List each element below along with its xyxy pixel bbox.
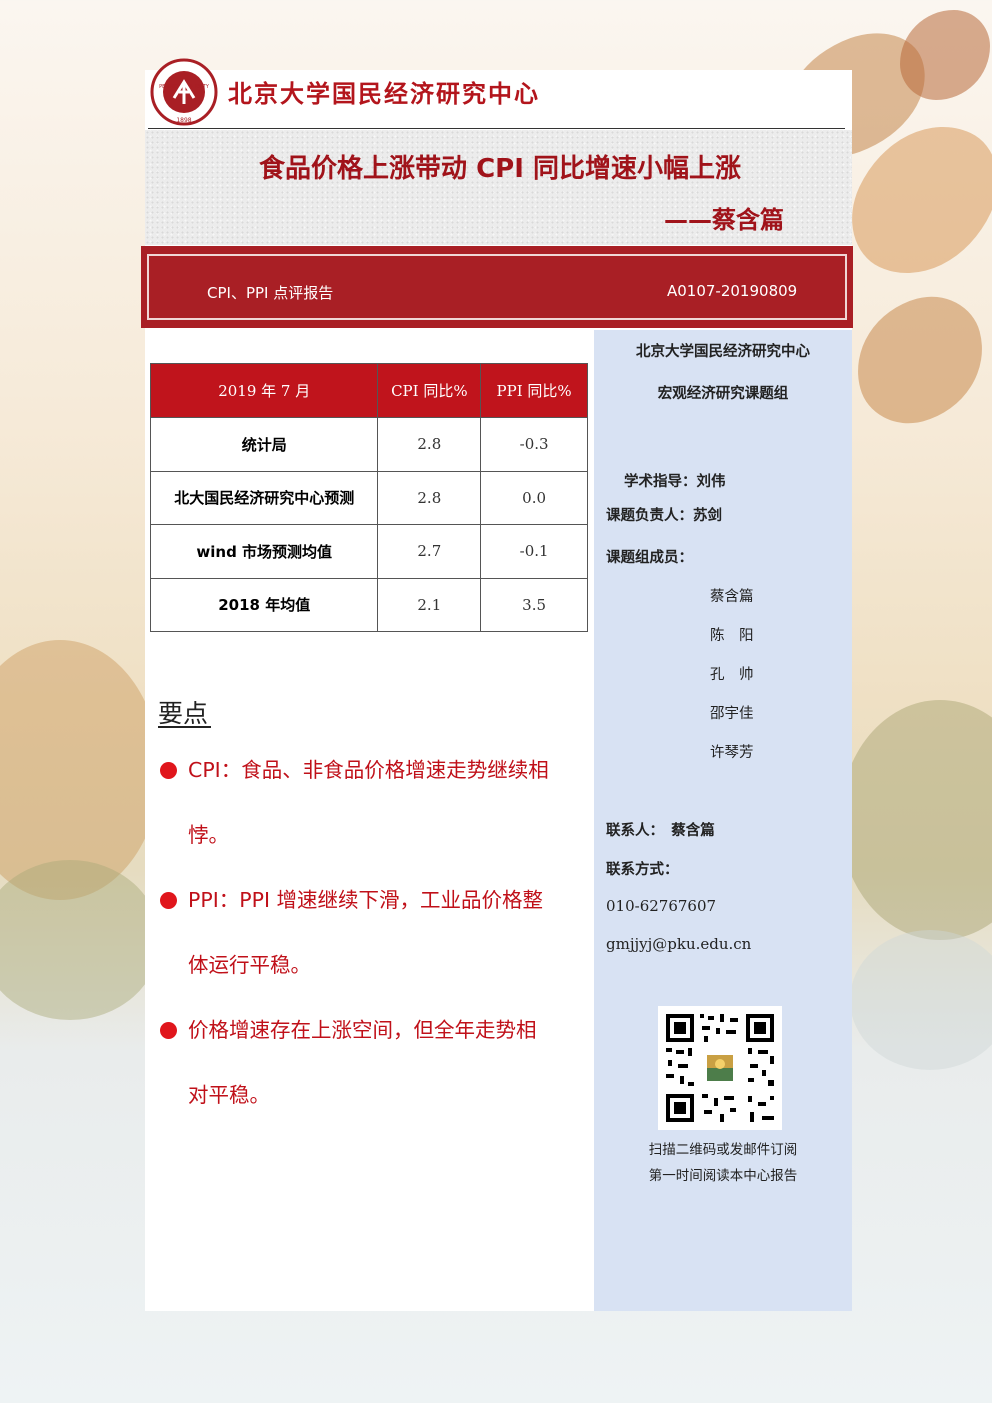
table-row: wind 市场预测均值 2.7 -0.1	[149, 524, 588, 579]
sidebar-contact-method-label: 联系方式：	[606, 861, 679, 878]
peking-university-logo: PEKING UNIVERSITY 1898	[150, 58, 218, 126]
ppi-value: -0.1	[480, 524, 588, 579]
key-point-item: PPI：PPI 增速继续下滑，工业品价格整 体运行平稳。	[160, 868, 585, 998]
key-points-title: 要点	[158, 699, 209, 728]
qr-caption-1: 扫描二维码或发邮件订阅	[648, 1142, 798, 1158]
sidebar-center-name: 北京大学国民经济研究中心	[636, 344, 810, 360]
sidebar-group-name: 宏观经济研究课题组	[657, 386, 789, 402]
key-point-line: 悖。	[188, 823, 229, 847]
header-divider	[148, 128, 845, 129]
sidebar-advisor: 学术指导：刘伟	[624, 473, 726, 490]
forecast-table: 2019 年 7 月 CPI 同比% PPI 同比% 统计局 2.8 -0.3 …	[149, 363, 588, 632]
sidebar: 北京大学国民经济研究中心 宏观经济研究课题组 学术指导：刘伟 课题负责人：苏剑 …	[594, 330, 852, 1311]
row-label: 北大国民经济研究中心预测	[149, 470, 379, 525]
sidebar-phone: 010-62767607	[606, 897, 717, 915]
report-type: CPI、PPI 点评报告	[207, 284, 334, 302]
bullet-dot-icon	[160, 1022, 177, 1039]
cpi-value: 2.7	[377, 524, 482, 579]
report-banner: CPI、PPI 点评报告 A0107-20190809	[141, 246, 853, 328]
report-title: 食品价格上涨带动 CPI 同比增速小幅上涨	[259, 154, 741, 184]
sidebar-members-label: 课题组成员：	[606, 549, 693, 566]
report-author: ——蔡含篇	[664, 206, 784, 234]
member-name: 许琴芳	[710, 745, 754, 761]
table-row: 2018 年均值 2.1 3.5	[149, 577, 588, 632]
cpi-value: 2.1	[377, 577, 482, 632]
key-point-line: CPI：食品、非食品价格增速走势继续相	[188, 758, 549, 782]
key-point-item: 价格增速存在上涨空间，但全年走势相 对平稳。	[160, 998, 585, 1128]
cpi-value: 2.8	[377, 417, 482, 472]
table-row: 北大国民经济研究中心预测 2.8 0.0	[149, 470, 588, 525]
key-point-line: 对平稳。	[188, 1083, 270, 1107]
cpi-value: 2.8	[377, 470, 482, 525]
key-point-item: CPI：食品、非食品价格增速走势继续相 悖。	[160, 738, 585, 868]
key-points-underline	[158, 726, 211, 728]
sidebar-contact: 联系人： 蔡含篇	[606, 822, 715, 839]
bullet-dot-icon	[160, 762, 177, 779]
key-point-line: 价格增速存在上涨空间，但全年走势相	[188, 1018, 537, 1042]
logo-year: 1898	[176, 117, 191, 124]
member-name: 邵宇佳	[710, 706, 754, 722]
member-name: 孔 帅	[710, 667, 754, 683]
row-label: 2018 年均值	[149, 577, 379, 632]
ppi-value: 0.0	[480, 470, 588, 525]
key-point-line: PPI：PPI 增速继续下滑，工业品价格整	[188, 888, 544, 912]
report-id: A0107-20190809	[667, 282, 798, 300]
member-name: 陈 阳	[710, 628, 754, 644]
key-point-line: 体运行平稳。	[188, 953, 311, 977]
bullet-dot-icon	[160, 892, 177, 909]
row-label: wind 市场预测均值	[149, 524, 379, 579]
table-header: PPI 同比%	[480, 363, 588, 418]
qr-code	[658, 1006, 782, 1130]
ppi-value: 3.5	[480, 577, 588, 632]
member-name: 蔡含篇	[710, 589, 754, 605]
sidebar-leader: 课题负责人：苏剑	[606, 507, 722, 524]
qr-caption-2: 第一时间阅读本中心报告	[648, 1168, 798, 1184]
table-header-row: 2019 年 7 月 CPI 同比% PPI 同比%	[149, 363, 588, 418]
table-header: 2019 年 7 月	[149, 363, 379, 418]
row-label: 统计局	[149, 417, 379, 472]
banner-frame: CPI、PPI 点评报告 A0107-20190809	[147, 254, 847, 320]
org-title: 北京大学国民经济研究中心	[228, 79, 540, 108]
table-row: 统计局 2.8 -0.3	[149, 417, 588, 472]
sidebar-email[interactable]: gmjjyj@pku.edu.cn	[606, 935, 751, 953]
table-header: CPI 同比%	[377, 363, 482, 418]
ppi-value: -0.3	[480, 417, 588, 472]
